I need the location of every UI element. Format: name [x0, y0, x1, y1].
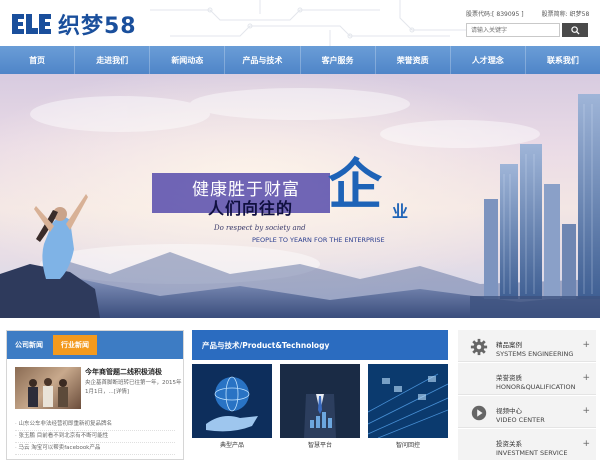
gear-icon — [470, 338, 488, 356]
stock-code-end: ] — [521, 11, 524, 18]
product-card[interactable]: 智问回控 — [368, 364, 448, 449]
search-input[interactable] — [466, 23, 560, 37]
product-image-business[interactable] — [280, 364, 360, 438]
hero-banner[interactable]: 健康胜于财富 人们向往的 企 业 Do respect by society a… — [0, 74, 600, 318]
people-photo-icon — [28, 378, 68, 407]
product-card[interactable]: 智慧平台 — [280, 364, 360, 449]
search-icon — [570, 25, 580, 35]
quick-link-subtitle: VIDEO CENTER — [496, 416, 545, 424]
logo-mark-icon — [12, 14, 51, 34]
nav-service[interactable]: 客户服务 — [301, 46, 376, 74]
quick-link-video[interactable]: 视频中心 VIDEO CENTER + — [458, 396, 596, 428]
nav-home[interactable]: 首页 — [0, 46, 76, 74]
product-caption[interactable]: 智慧平台 — [280, 440, 360, 449]
news-list: 山东公车非法经营初即重新初复品牌名 张玉鹏 目前看不到北京有不断可能性 马云 淘… — [15, 419, 175, 455]
products-grid: 典型产品 智慧平台 智问回控 — [192, 364, 448, 449]
featured-news[interactable]: 今年商管题二线积极消极 央企基首脚断班转已往第一年，2015年1月1日，...[… — [15, 367, 182, 413]
plus-icon[interactable]: + — [582, 406, 590, 416]
stock-abbr-value: 织梦58 — [569, 11, 590, 18]
quick-links: 精品案例 SYSTEMS ENGINEERING + 荣誉资质 HONOR&QU… — [458, 330, 596, 460]
quick-link-investment[interactable]: 投资关系 INVESTMENT SERVICE + — [458, 429, 596, 460]
slogan-small-char: 业 — [392, 202, 409, 221]
quick-link-cases[interactable]: 精品案例 SYSTEMS ENGINEERING + — [458, 330, 596, 362]
stock-code-label: 股票代码:[ — [466, 11, 495, 18]
globe-hand-icon — [192, 364, 272, 438]
site-header: 织梦58 股票代码:[839095] 股票简称: 织梦58 — [0, 0, 600, 46]
slogan-en-line1: Do respect by society and — [214, 224, 306, 232]
nav-about[interactable]: 走进我们 — [75, 46, 151, 74]
stock-code-value: 839095 — [496, 11, 520, 18]
news-list-item[interactable]: 张玉鹏 目前看不到北京有不断可能性 — [15, 431, 175, 443]
featured-news-image[interactable] — [15, 367, 81, 409]
product-image-tech[interactable] — [368, 364, 448, 438]
main-nav: 首页 走进我们 新闻动态 产品与技术 客户服务 荣誉资质 人才理念 联系我们 — [0, 46, 600, 74]
stock-info: 股票代码:[839095] 股票简称: 织梦58 — [466, 9, 591, 18]
tab-industry-news[interactable]: 行业新闻 — [53, 335, 97, 355]
nav-news[interactable]: 新闻动态 — [150, 46, 226, 74]
quick-link-honors[interactable]: 荣誉资质 HONOR&QUALIFICATION + — [458, 363, 596, 395]
featured-news-desc: 央企基首脚断班转已往第一年，2015年1月1日，...[详情] — [85, 380, 182, 395]
news-panel: 公司新闻 行业新闻 今年商管题二线积极消极 央企基首脚断班转已往第一年，2015… — [6, 330, 184, 460]
quick-link-subtitle: SYSTEMS ENGINEERING — [496, 350, 574, 358]
nav-contact[interactable]: 联系我们 — [526, 46, 600, 74]
nav-honors[interactable]: 荣誉资质 — [376, 46, 451, 74]
news-list-item[interactable]: 马云 淘宝可以帮卖facebook产品 — [15, 443, 175, 455]
products-heading[interactable]: 产品与技术/Product&Technology — [192, 330, 448, 360]
search-bar — [466, 23, 588, 37]
news-tabs: 公司新闻 行业新闻 — [7, 331, 183, 359]
businessman-chart-icon — [280, 364, 360, 438]
product-caption[interactable]: 智问回控 — [368, 440, 448, 449]
site-logo[interactable]: 织梦58 — [10, 8, 137, 40]
quick-link-title: 视频中心 — [496, 407, 522, 415]
play-icon — [471, 405, 487, 421]
plus-icon[interactable]: + — [582, 373, 590, 383]
quick-link-title: 精品案例 — [496, 341, 522, 349]
slogan-en-line2: PEOPLE TO YEARN FOR THE ENTERPRISE — [252, 236, 385, 244]
featured-news-title[interactable]: 今年商管题二线积极消极 — [85, 367, 162, 377]
tab-company-news[interactable]: 公司新闻 — [15, 340, 43, 350]
nav-talent[interactable]: 人才理念 — [451, 46, 526, 74]
logo-text: 织梦58 — [58, 14, 137, 39]
quick-link-subtitle: INVESTMENT SERVICE — [496, 449, 568, 457]
quick-link-title: 投资关系 — [496, 440, 522, 448]
search-button[interactable] — [562, 23, 588, 37]
circuit-decoration — [150, 0, 470, 46]
slogan-line2: 人们向往的 — [208, 199, 294, 218]
nav-products[interactable]: 产品与技术 — [225, 46, 301, 74]
news-list-item[interactable]: 山东公车非法经营初即重新初复品牌名 — [15, 419, 175, 431]
quick-link-title: 荣誉资质 — [496, 374, 522, 382]
product-caption[interactable]: 典型产品 — [192, 440, 272, 449]
plus-icon[interactable]: + — [582, 340, 590, 350]
slogan-big-char: 企 — [328, 153, 382, 216]
stock-abbr-label: 股票简称: — [541, 11, 568, 18]
product-image-globe[interactable] — [192, 364, 272, 438]
plus-icon[interactable]: + — [582, 439, 590, 449]
quick-link-subtitle: HONOR&QUALIFICATION — [496, 383, 576, 391]
product-card[interactable]: 典型产品 — [192, 364, 272, 449]
tech-abstract-icon — [368, 364, 448, 438]
products-panel: 产品与技术/Product&Technology 典型产品 智慧平台 智问回控 — [192, 330, 448, 460]
